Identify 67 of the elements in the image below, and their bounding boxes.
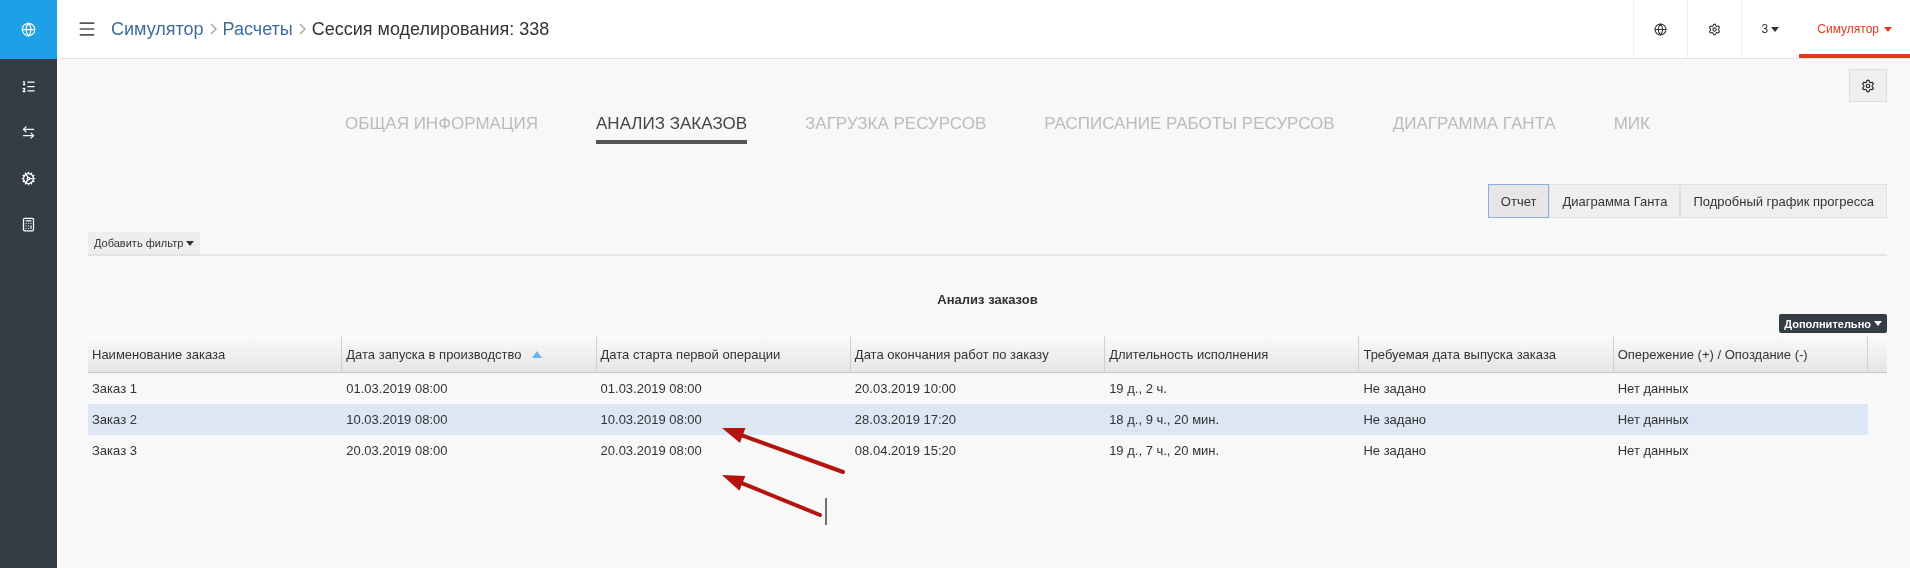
table-cell: 01.03.2019 08:00 [600,381,702,396]
table-cell: Не задано [1363,412,1427,427]
table-cell: 28.03.2019 17:20 [854,412,957,427]
column-title: Наименование заказа [92,346,226,362]
column-header[interactable]: Опережение (+) / Опоздание (-) [1613,336,1868,373]
table-row[interactable]: Заказ 1 01.03.2019 08:00 01.03.2019 08:00 20.03.2019 10:00 19 д., 2 ч. Не задано Нет данных [88,373,1868,404]
view-button[interactable]: Диаграмма Ганта [1549,184,1681,218]
table-cell: Заказ 1 [92,381,137,396]
menu-icon[interactable] [77,19,97,39]
table-cell: 20.03.2019 08:00 [600,443,702,458]
table-cell: 19 д., 2 ч. [1109,381,1167,396]
settings-icon [1861,78,1875,93]
table-cell: Заказ 3 [92,443,137,458]
table-cell: Нет данных [1617,443,1689,458]
calculator-icon[interactable] [21,216,36,232]
column-header[interactable]: Дата запуска в производство [342,336,597,373]
globe-icon [1653,22,1667,36]
chevron-icon [298,23,306,35]
view-button[interactable]: Отчет [1487,184,1550,218]
breadcrumb-link[interactable]: Симулятор [111,18,204,40]
table-cell: 08.04.2019 15:20 [854,443,957,458]
table-cell: 01.03.2019 08:00 [346,381,448,396]
view-button[interactable]: Подробный график прогресса [1680,184,1887,218]
column-title: Опережение (+) / Опоздание (-) [1617,346,1808,362]
caret-icon [1874,321,1882,326]
more-button[interactable]: Дополнительно [1779,314,1887,333]
report-title: Анализ заказов [936,292,1039,307]
column-title: Дата запуска в производство [346,346,522,362]
list-icon[interactable] [21,78,36,94]
app-menu[interactable]: Симулятор [1799,0,1910,58]
table-row[interactable]: Заказ 2 10.03.2019 08:00 10.03.2019 08:00 28.03.2019 17:20 18 д., 9 ч., 20 мин. Не задано Нет данных [88,404,1868,435]
table-cell: Не задано [1363,381,1427,396]
column-header[interactable]: Дата окончания работ по заказу [850,336,1106,373]
column-title: Дата окончания работ по заказу [854,346,1049,362]
table-cell: Заказ 2 [92,412,137,427]
table-cell: 20.03.2019 08:00 [346,443,448,458]
table-row[interactable]: Заказ 3 20.03.2019 08:00 20.03.2019 08:00 08.04.2019 15:20 19 д., 7 ч., 20 мин. Не задано Нет данных [88,435,1868,466]
add-filter-button[interactable]: Добавить фильтр [88,232,201,254]
column-title: Длительность исполнения [1109,346,1269,362]
table-cell: 18 д., 9 ч., 20 мин. [1109,412,1220,427]
user-menu[interactable]: 3 [1740,0,1800,58]
caret-icon [186,240,195,246]
table-cell: Нет данных [1617,381,1689,396]
caret-icon [1771,26,1780,32]
table-cell: 20.03.2019 10:00 [854,381,957,396]
column-header[interactable]: Дата старта первой операции [596,336,851,373]
settings-button[interactable] [1849,69,1887,102]
sort-ascending-icon [531,350,542,358]
table-cell: 10.03.2019 08:00 [600,412,702,427]
table-cell: 10.03.2019 08:00 [346,412,448,427]
text-cursor-icon [825,497,827,526]
column-title: Требуемая дата выпуска заказа [1363,346,1557,362]
column-header[interactable]: Длительность исполнения [1105,336,1360,373]
table-cell: Не задано [1363,443,1427,458]
caret-icon [1884,26,1892,32]
table-cell: 19 д., 7 ч., 20 мин. [1109,443,1220,458]
page-title: Сессия моделирования: 338 [311,18,550,40]
table-cell: Нет данных [1617,412,1689,427]
column-title: Дата старта первой операции [600,346,781,362]
settings-icon [1707,22,1721,36]
transfer-icon[interactable] [21,124,36,140]
column-header[interactable]: Наименование заказа [88,336,343,373]
tab[interactable]: АНАЛИЗ ЗАКАЗОВ [596,106,748,144]
breadcrumb-link[interactable]: Расчеты [222,18,293,40]
column-header[interactable]: Требуемая дата выпуска заказа [1359,336,1614,373]
gears-icon[interactable] [21,170,36,186]
chevron-icon [209,23,217,35]
